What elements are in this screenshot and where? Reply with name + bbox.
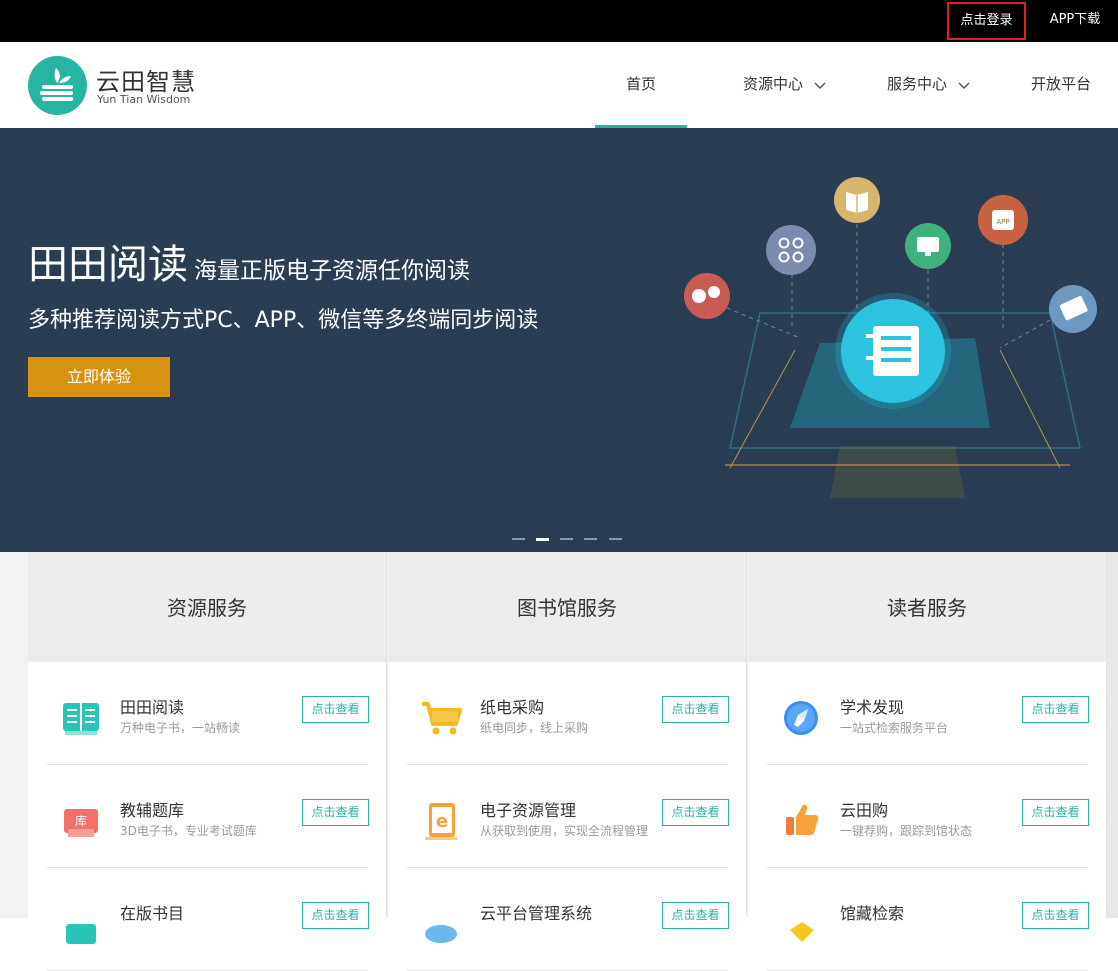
column-title: 读者服务: [887, 596, 967, 620]
view-button[interactable]: 点击查看: [302, 799, 369, 826]
service-card: 云田购 一键荐购，跟踪到馆状态 点击查看: [766, 765, 1089, 868]
logo-icon[interactable]: [28, 56, 87, 115]
view-button[interactable]: 点击查看: [662, 799, 729, 826]
banner-subtitle: 多种推荐阅读方式PC、APP、微信等多终端同步阅读: [28, 308, 539, 333]
card-title: 在版书目: [120, 904, 185, 923]
card-title: 电子资源管理: [480, 801, 577, 820]
e-document-icon: e: [416, 795, 466, 845]
library-box-label: 库: [75, 813, 87, 828]
column-reader-services: 读者服务 学术发现 一站式检索服务平台 点击查看 云田购 一键荐购，跟踪到馆状态…: [748, 552, 1107, 971]
view-button[interactable]: 点击查看: [662, 902, 729, 929]
column-library-services: 图书馆服务 纸电采购 纸电同步，线上采购 点击查看 e 电子资源管理 从获取到使…: [388, 552, 747, 971]
tag-icon: [776, 898, 826, 948]
column-title: 资源服务: [167, 596, 247, 620]
site-header: 云田智慧 Yun Tian Wisdom 首页 资源中心 服务中心 开放平台: [0, 42, 1118, 128]
cloud-icon: [416, 898, 466, 948]
nav-home-label: 首页: [625, 75, 656, 93]
service-card: 田田阅读 万种电子书，一站畅读 点击查看: [46, 662, 369, 765]
card-description: 一站式检索服务平台: [840, 721, 949, 735]
card-description: 万种电子书，一站畅读: [120, 721, 241, 735]
banner-title: 田田阅读 海量正版电子资源任你阅读: [28, 232, 470, 290]
service-card: 库 教辅题库 3D电子书，专业考试题库 点击查看: [46, 765, 369, 868]
view-button[interactable]: 点击查看: [1022, 902, 1089, 929]
card-title: 田田阅读: [120, 698, 185, 717]
nav-services-label: 服务中心: [887, 75, 948, 93]
svg-text:APP: APP: [996, 218, 1009, 226]
service-card: e 电子资源管理 从获取到使用，实现全流程管理 点击查看: [406, 765, 729, 868]
banner-title-tagline: 海量正版电子资源任你阅读: [194, 258, 470, 284]
column-resource-services: 资源服务 田田阅读 万种电子书，一站畅读 点击查看 库 教辅题库 3D电子书，专…: [28, 552, 387, 971]
nav-services[interactable]: 服务中心: [887, 42, 970, 128]
carousel-dot-3[interactable]: [560, 538, 573, 540]
view-button[interactable]: 点击查看: [1022, 799, 1089, 826]
card-description: 从获取到使用，实现全流程管理: [480, 824, 649, 838]
chevron-down-icon: [958, 43, 970, 127]
service-card: 在版书目 点击查看: [46, 868, 369, 971]
card-title: 教辅题库: [120, 801, 185, 820]
card-title: 云田购: [840, 801, 889, 820]
service-card: 馆藏检索 点击查看: [766, 868, 1089, 971]
nav-open-platform[interactable]: 开放平台: [1031, 42, 1091, 128]
card-description: 纸电同步，线上采购: [480, 721, 589, 735]
banner-title-main: 田田阅读: [28, 242, 188, 288]
logo-subtitle: Yun Tian Wisdom: [97, 93, 191, 106]
column-title: 图书馆服务: [517, 596, 617, 620]
cart-icon: [416, 692, 466, 742]
nav-resources-label: 资源中心: [743, 75, 804, 93]
carousel-dot-1[interactable]: [512, 538, 525, 540]
service-card: 云平台管理系统 点击查看: [406, 868, 729, 971]
top-bar: 点击登录 APP下载: [0, 0, 1118, 42]
carousel-dot-4[interactable]: [584, 538, 597, 540]
card-title: 馆藏检索: [840, 904, 905, 923]
card-title: 纸电采购: [480, 698, 545, 717]
card-title: 云平台管理系统: [480, 904, 593, 923]
view-button[interactable]: 点击查看: [662, 696, 729, 723]
book-icon: [56, 692, 106, 742]
compass-icon: [776, 692, 826, 742]
logo-title: 云田智慧: [96, 68, 196, 96]
svg-text:e: e: [436, 811, 448, 832]
hero-banner: 田田阅读 海量正版电子资源任你阅读 多种推荐阅读方式PC、APP、微信等多终端同步…: [0, 128, 1118, 552]
library-box-icon: 库: [56, 795, 106, 845]
nav-resources[interactable]: 资源中心: [743, 42, 826, 128]
view-button[interactable]: 点击查看: [302, 902, 369, 929]
catalog-icon: [56, 898, 106, 948]
card-description: 一键荐购，跟踪到馆状态: [840, 824, 973, 838]
service-card: 纸电采购 纸电同步，线上采购 点击查看: [406, 662, 729, 765]
app-download-link[interactable]: APP下载: [1040, 0, 1110, 42]
chevron-down-icon: [814, 43, 826, 127]
nav-home[interactable]: 首页: [595, 42, 687, 128]
service-card: 学术发现 一站式检索服务平台 点击查看: [766, 662, 1089, 765]
view-button[interactable]: 点击查看: [302, 696, 369, 723]
card-description: 3D电子书，专业考试题库: [120, 824, 257, 838]
carousel-dot-2[interactable]: [536, 538, 549, 541]
try-now-button[interactable]: 立即体验: [28, 357, 170, 397]
thumbs-up-icon: [776, 795, 826, 845]
card-title: 学术发现: [840, 698, 905, 717]
page-scrollbar[interactable]: [1107, 552, 1118, 918]
login-link[interactable]: 点击登录: [947, 2, 1026, 40]
carousel-dot-5[interactable]: [609, 538, 622, 540]
banner-illustration: APP: [670, 128, 1118, 552]
view-button[interactable]: 点击查看: [1022, 696, 1089, 723]
